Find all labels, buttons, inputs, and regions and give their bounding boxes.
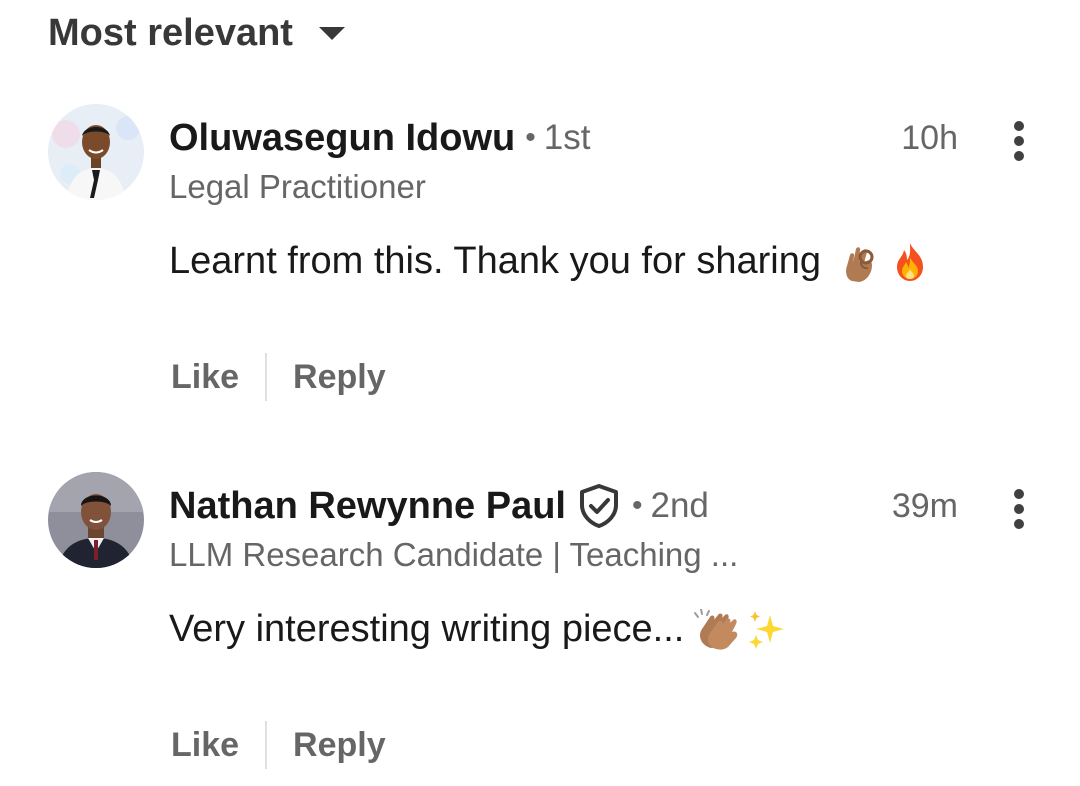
author-headline: Legal Practitioner [169, 168, 426, 205]
separator-dot: • [631, 489, 643, 522]
sparkles-icon [746, 609, 788, 651]
more-dot-icon [1014, 136, 1024, 146]
comment-header: Nathan Rewynne Paul • 2nd [169, 480, 709, 532]
avatar[interactable] [48, 472, 144, 568]
timestamp: 39m [891, 487, 958, 525]
reply-button[interactable]: Reply [291, 726, 388, 765]
reply-button[interactable]: Reply [291, 358, 388, 397]
ok-hand-icon [839, 241, 881, 283]
author-name[interactable]: Nathan Rewynne Paul [169, 485, 566, 528]
comment-actions: Like Reply [169, 352, 388, 402]
verified-shield-icon [576, 483, 622, 529]
like-button[interactable]: Like [169, 726, 241, 765]
more-dot-icon [1014, 519, 1024, 529]
more-dot-icon [1014, 489, 1024, 499]
sort-label: Most relevant [48, 11, 293, 54]
comment-body: Very interesting writing piece... [169, 608, 788, 651]
more-dot-icon [1014, 504, 1024, 514]
comment-text: Learnt from this. Thank you for sharing [169, 240, 821, 282]
timestamp: 10h [901, 119, 958, 157]
connection-degree: 2nd [650, 486, 709, 525]
sort-dropdown[interactable]: Most relevant [48, 8, 345, 58]
like-button[interactable]: Like [169, 358, 241, 397]
author-headline: LLM Research Candidate | Teaching ... [169, 536, 739, 573]
comment-text: Very interesting writing piece... [169, 608, 685, 650]
connection-degree: 1st [543, 118, 591, 157]
clapping-hands-icon [694, 608, 742, 651]
comment-body: Learnt from this. Thank you for sharing [169, 240, 931, 283]
author-name[interactable]: Oluwasegun Idowu [169, 117, 515, 160]
action-divider [265, 721, 268, 769]
caret-down-icon [318, 26, 345, 40]
action-divider [265, 353, 268, 401]
comment-actions: Like Reply [169, 720, 388, 770]
more-options-button[interactable] [996, 118, 1042, 164]
more-dot-icon [1014, 121, 1024, 131]
avatar[interactable] [48, 104, 144, 200]
more-dot-icon [1014, 151, 1024, 161]
fire-icon [889, 241, 931, 283]
separator-dot: • [525, 121, 536, 154]
more-options-button[interactable] [996, 486, 1042, 532]
comment-header: Oluwasegun Idowu • 1st [169, 112, 590, 164]
